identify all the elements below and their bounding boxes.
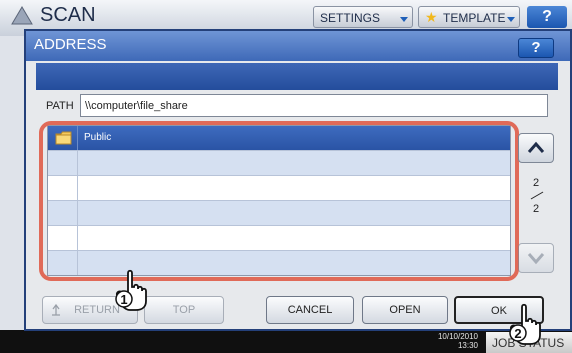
chevron-down-icon — [527, 253, 545, 265]
chevron-down-icon — [400, 17, 408, 22]
callout-1: 1 — [120, 292, 127, 307]
star-icon: ★ — [425, 9, 438, 25]
scan-icon — [11, 6, 33, 25]
settings-tab[interactable]: SETTINGS — [313, 6, 413, 28]
page-divider — [522, 189, 550, 203]
settings-tab-label: SETTINGS — [320, 11, 381, 25]
address-dialog: ADDRESS ? PATH \\computer\file_share Pub… — [24, 29, 572, 345]
pointing-hand-icon: 1 — [115, 269, 147, 311]
time-text: 13:30 — [457, 341, 478, 350]
scroll-up-button[interactable] — [518, 133, 554, 163]
dialog-titlebar: ADDRESS ? — [26, 31, 570, 61]
dialog-title: ADDRESS — [34, 36, 107, 53]
list-item-label: Public — [84, 132, 112, 143]
list-item[interactable] — [48, 201, 510, 226]
list-item[interactable] — [48, 176, 510, 201]
date-text: 10/10/2010 — [437, 332, 478, 341]
list-item[interactable] — [48, 226, 510, 251]
return-icon — [52, 304, 60, 316]
datetime-display: 10/10/2010 13:30 — [420, 332, 478, 350]
open-button[interactable]: OPEN — [362, 296, 448, 324]
path-label: PATH — [46, 100, 74, 112]
list-item-icon-cell — [48, 226, 78, 250]
list-item[interactable] — [48, 151, 510, 176]
list-item-icon-cell — [48, 176, 78, 200]
template-tab[interactable]: ★ TEMPLATE — [418, 6, 520, 28]
folder-icon — [55, 131, 72, 145]
template-tab-label: TEMPLATE — [443, 11, 506, 25]
scroll-down-button[interactable] — [518, 243, 554, 273]
callout-2: 2 — [514, 326, 521, 341]
folder-list: Public — [47, 125, 511, 276]
list-item-icon-cell — [48, 251, 78, 275]
page-indicator: 2 2 — [522, 177, 550, 215]
dialog-info-band — [36, 63, 558, 90]
list-item[interactable]: Public — [48, 126, 510, 151]
chevron-up-icon — [527, 141, 545, 153]
chevron-down-icon — [507, 17, 515, 22]
top-button[interactable]: TOP — [144, 296, 224, 324]
cancel-button[interactable]: CANCEL — [266, 296, 354, 324]
list-item-icon-cell — [48, 201, 78, 225]
screen-help-button[interactable]: ? — [527, 6, 567, 28]
path-field: \\computer\file_share — [80, 94, 548, 117]
list-item-icon-cell — [48, 126, 78, 150]
pointing-hand-icon: 2 — [509, 303, 541, 345]
dialog-help-button[interactable]: ? — [518, 38, 554, 58]
list-item-icon-cell — [48, 151, 78, 175]
page-total: 2 — [532, 203, 540, 215]
page-current: 2 — [532, 177, 540, 189]
screen-title: SCAN — [40, 4, 96, 26]
